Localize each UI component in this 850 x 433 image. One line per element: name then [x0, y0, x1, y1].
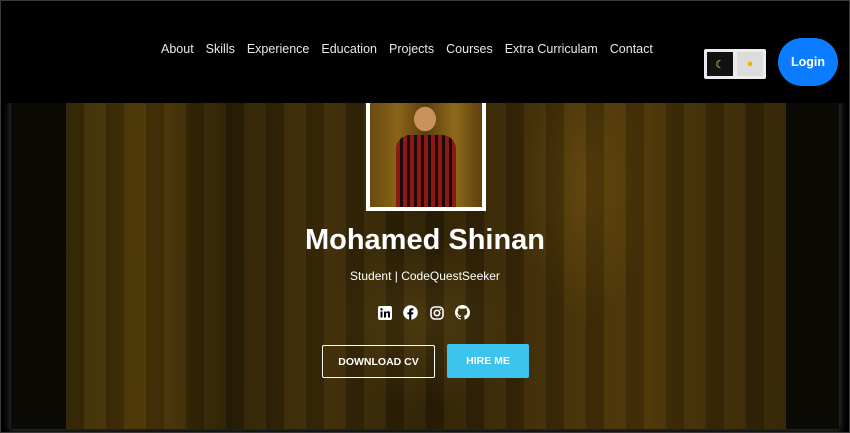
profile-name: Mohamed Shinan — [304, 224, 546, 256]
hire-me-button[interactable]: HIRE ME — [447, 344, 529, 378]
nav-link-education[interactable]: Education — [321, 42, 377, 56]
nav-link-extra-curricular[interactable]: Extra Curriculam — [505, 42, 598, 56]
nav-link-experience[interactable]: Experience — [247, 42, 310, 56]
nav-link-courses[interactable]: Courses — [446, 42, 493, 56]
nav-link-projects[interactable]: Projects — [389, 42, 434, 56]
profile-photo-figure — [396, 135, 456, 207]
portfolio-page: About Skills Experience Education Projec… — [0, 0, 850, 433]
nav-link-contact[interactable]: Contact — [610, 42, 653, 56]
nav-link-skills[interactable]: Skills — [206, 42, 235, 56]
navbar: About Skills Experience Education Projec… — [1, 1, 849, 103]
hero-section: Mohamed Shinan Student | CodeQuestSeeker — [11, 103, 839, 429]
theme-toggle[interactable]: ☾ ● — [704, 49, 766, 79]
facebook-icon[interactable] — [403, 305, 418, 320]
sun-icon: ● — [737, 52, 763, 76]
login-button[interactable]: Login — [778, 38, 838, 86]
nav-links: About Skills Experience Education Projec… — [161, 42, 665, 56]
linkedin-icon[interactable] — [377, 305, 392, 320]
social-links — [377, 305, 470, 320]
instagram-icon[interactable] — [429, 305, 444, 320]
download-cv-button[interactable]: DOWNLOAD CV — [322, 345, 435, 378]
moon-icon: ☾ — [707, 52, 733, 76]
profile-photo — [366, 103, 486, 211]
nav-link-about[interactable]: About — [161, 42, 194, 56]
github-icon[interactable] — [455, 305, 470, 320]
profile-subtitle: Student | CodeQuestSeeker — [350, 269, 500, 283]
